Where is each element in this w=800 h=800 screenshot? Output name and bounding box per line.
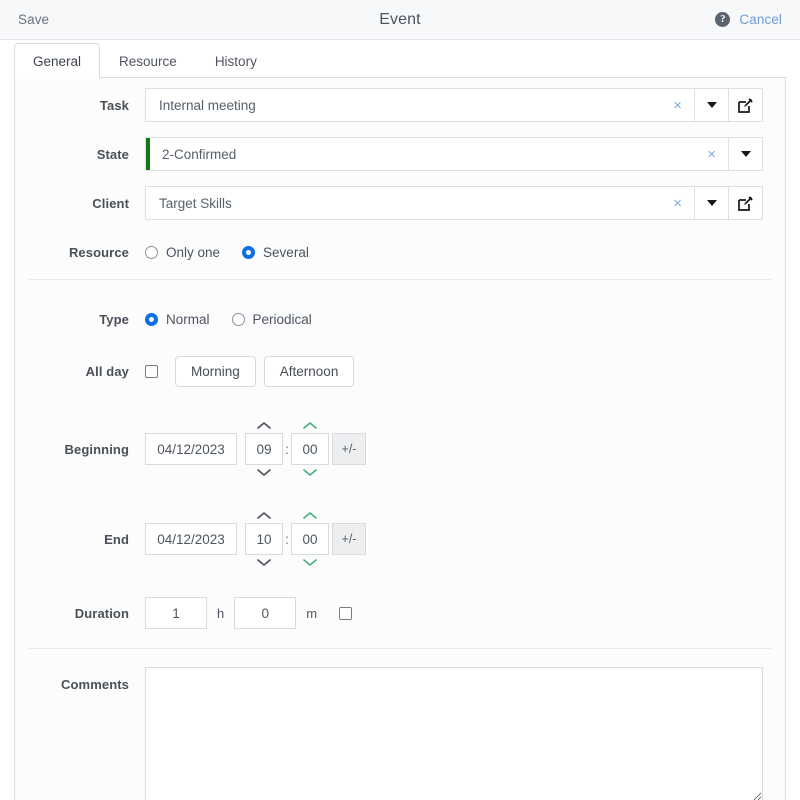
task-clear-icon[interactable]: × [669,98,686,113]
client-dropdown-button[interactable] [695,186,729,220]
chevron-down-icon [706,102,717,108]
end-hour-down-button[interactable] [245,555,283,570]
end-minute-down-button[interactable] [291,555,329,570]
beginning-hour-input[interactable] [245,433,283,465]
client-lookup: Target Skills × [145,186,763,220]
state-clear-icon[interactable]: × [703,147,720,162]
resource-option-only-one-label: Only one [166,244,221,260]
help-icon[interactable]: ? [715,12,731,27]
task-label: Task [99,97,129,113]
end-minute-up-button[interactable] [291,508,329,523]
field-row-all-day: All day Morning Afternoon [15,354,785,388]
field-row-beginning: Beginning 04/12/2023 09: 00 +/- [15,418,785,480]
radio-circle-icon [145,245,158,259]
tab-bar: General Resource History [0,40,800,79]
resource-option-only-one[interactable]: Only one [145,245,220,260]
tab-history[interactable]: History [196,43,276,79]
end-label: End [104,531,129,547]
dialog-title: Event [379,10,421,28]
type-radio-group: Normal Periodical [145,312,312,327]
end-hour-up-button[interactable] [245,508,283,523]
edit-pencil-icon [738,97,753,113]
type-option-normal[interactable]: Normal [145,312,210,327]
resource-radio-group: Only one Several [145,245,309,260]
client-value: Target Skills [159,195,232,211]
section-divider [29,279,771,280]
beginning-minute-down-button[interactable] [291,465,329,480]
type-option-periodical[interactable]: Periodical [231,311,312,327]
beginning-time-separator: : [285,441,289,457]
field-row-client: Client Target Skills × [15,186,785,220]
state-input[interactable]: 2-Confirmed × [145,137,729,171]
field-row-comments: Comments [15,667,785,800]
field-row-state: State 2-Confirmed × [15,137,785,171]
type-option-periodical-label: Periodical [252,311,312,327]
field-row-resource: Resource Only one Several [15,235,785,269]
chevron-down-icon [706,200,717,206]
afternoon-button[interactable]: Afternoon [263,355,355,387]
end-hour-input[interactable] [245,523,283,555]
duration-hours-unit: h [217,605,225,621]
state-label: State [96,146,129,162]
dialog-header: Save Event ? Cancel [0,0,800,40]
duration-label: Duration [74,605,129,621]
comments-textarea[interactable] [145,667,763,800]
task-input[interactable]: Internal meeting × [145,88,695,122]
beginning-label: Beginning [64,441,129,457]
chevron-down-icon [740,151,751,157]
duration-minutes-unit: m [306,605,318,621]
beginning-minute-up-button[interactable] [291,418,329,433]
resource-label: Resource [68,244,129,260]
client-clear-icon[interactable]: × [669,196,686,211]
general-tab-panel: Task Internal meeting × State 2-Confirme… [14,77,786,800]
duration-minutes-input[interactable] [234,597,297,629]
resource-option-several-label: Several [263,244,309,260]
field-row-end: End 04/12/2023 10: 00 +/- [15,508,785,570]
state-value: 2-Confirmed [162,146,237,162]
end-time-separator: : [285,531,289,547]
state-dropdown-button[interactable] [729,137,763,171]
beginning-datetime: : +/- [145,418,366,480]
cancel-button[interactable]: Cancel [739,12,782,27]
header-right-actions: ? Cancel [715,12,782,27]
end-datetime: : +/- [145,508,366,570]
beginning-date-input[interactable] [145,433,237,465]
type-label: Type [99,311,129,327]
duration-hours-input[interactable] [145,597,207,629]
section-divider-2 [29,648,771,649]
field-row-duration: Duration h m [15,596,785,630]
morning-button[interactable]: Morning [175,355,256,387]
field-row-type: Type Normal Periodical [15,302,785,336]
resource-option-several[interactable]: Several [242,245,309,260]
radio-circle-icon [231,312,245,326]
comments-label: Comments [61,677,129,692]
client-edit-button[interactable] [729,186,763,220]
tab-general[interactable]: General [14,43,101,79]
beginning-minute-input[interactable] [291,433,329,465]
state-lookup: 2-Confirmed × [145,137,763,171]
all-day-checkbox[interactable] [145,364,158,378]
radio-circle-selected-icon [145,312,158,326]
end-date-input[interactable] [145,523,237,555]
edit-pencil-icon [738,195,753,211]
radio-circle-selected-icon [242,245,256,259]
beginning-hour-up-button[interactable] [245,418,283,433]
type-option-normal-label: Normal [166,311,210,327]
state-color-indicator [146,138,150,170]
task-dropdown-button[interactable] [695,88,729,122]
end-ampm-toggle-button[interactable]: +/- [332,523,366,555]
beginning-hour-down-button[interactable] [245,465,283,480]
duration-lock-checkbox[interactable] [339,606,353,620]
tab-resource[interactable]: Resource [100,43,196,79]
all-day-label: All day [85,363,129,379]
end-minute-input[interactable] [291,523,329,555]
client-input[interactable]: Target Skills × [145,186,695,220]
task-edit-button[interactable] [729,88,763,122]
field-row-task: Task Internal meeting × [15,88,785,122]
beginning-ampm-toggle-button[interactable]: +/- [332,433,366,465]
task-value: Internal meeting [159,97,256,113]
client-label: Client [92,195,129,211]
task-lookup: Internal meeting × [145,88,763,122]
